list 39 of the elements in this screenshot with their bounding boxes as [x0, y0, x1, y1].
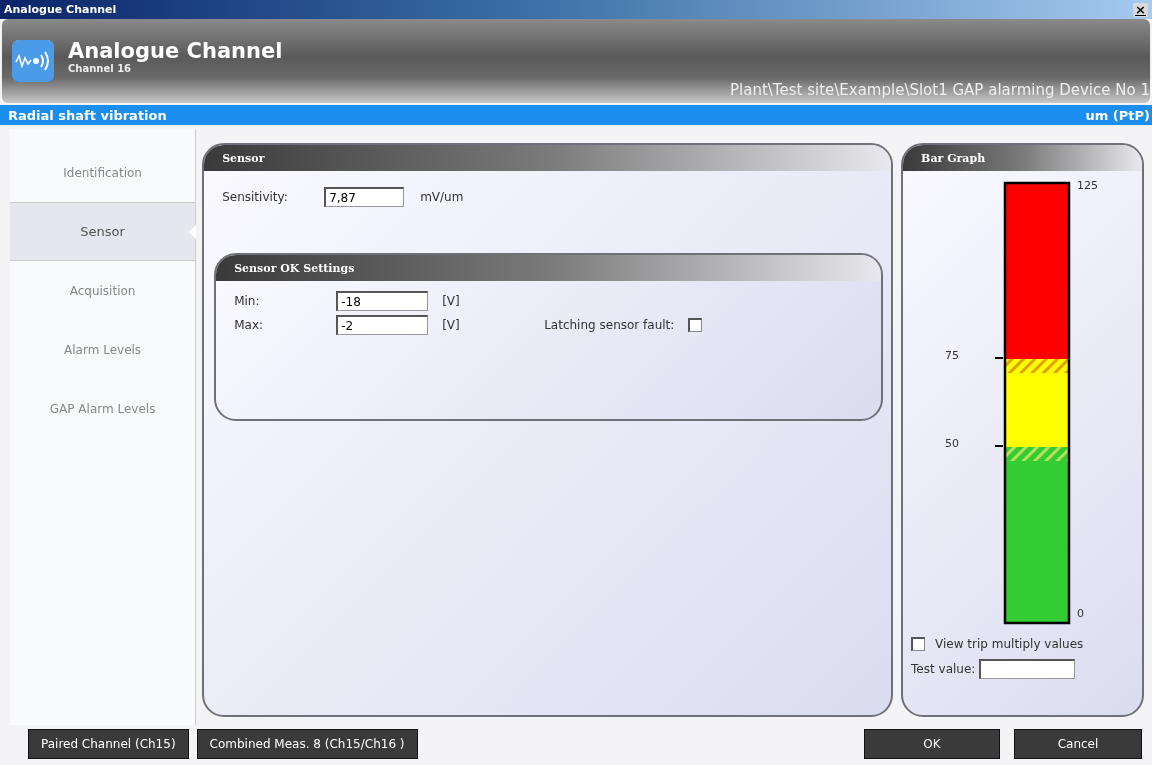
panel-title: Bar Graph — [903, 145, 1142, 171]
sidebar-item[interactable]: Acquisition — [10, 261, 196, 320]
unit-label: mV/um — [420, 190, 464, 204]
scale-label: 0 — [1077, 607, 1085, 620]
checkbox-label: View trip multiply values — [935, 637, 1084, 651]
scale-label: 50 — [945, 437, 960, 450]
input-field[interactable]: -18 — [336, 291, 429, 311]
input-field[interactable]: 7,87 — [324, 187, 405, 207]
device-path: Plant\Test site\Example\Slot1 GAP alarming Device No 1 — [730, 81, 1150, 99]
measurement-type: Radial shaft vibration — [8, 107, 167, 123]
channel-button[interactable]: Paired Channel (Ch15) — [28, 729, 189, 759]
checkbox-label: Latching sensor fault: — [544, 318, 675, 332]
panel-title: Sensor OK Settings — [216, 255, 882, 281]
input-field[interactable] — [979, 659, 1076, 679]
field-label: Min: — [234, 294, 261, 308]
dialog-button[interactable]: OK — [864, 729, 1000, 759]
unit-label: [V] — [442, 294, 460, 308]
checkbox[interactable] — [688, 318, 703, 332]
checkbox[interactable] — [911, 637, 926, 651]
field-label: Sensitivity: — [222, 190, 289, 204]
field-label: Max: — [234, 318, 265, 332]
unit-label: um (PtP) — [1085, 107, 1150, 123]
signal-wave-icon — [12, 40, 54, 82]
window-title: Analogue Channel — [4, 3, 117, 16]
close-button[interactable]: × — [1133, 2, 1148, 17]
input-field[interactable]: -2 — [336, 315, 429, 335]
dialog-button[interactable]: Cancel — [1014, 729, 1142, 759]
sidebar-item[interactable]: Sensor — [10, 202, 196, 261]
scale-label: 125 — [1077, 179, 1099, 192]
scale-label: 75 — [945, 349, 960, 362]
unit-label: [V] — [442, 318, 461, 332]
channel-button[interactable]: Combined Meas. 8 (Ch15/Ch16 ) — [196, 729, 418, 759]
channel-label: Channel 16 — [68, 62, 133, 74]
field-label: Test value: — [911, 662, 976, 676]
sidebar-item[interactable]: Alarm Levels — [10, 320, 196, 379]
sidebar-item[interactable]: GAP Alarm Levels — [10, 379, 196, 438]
header-title: Analogue Channel — [68, 38, 283, 63]
panel-title: Sensor — [204, 145, 892, 171]
sidebar-item[interactable]: Identification — [10, 143, 196, 202]
